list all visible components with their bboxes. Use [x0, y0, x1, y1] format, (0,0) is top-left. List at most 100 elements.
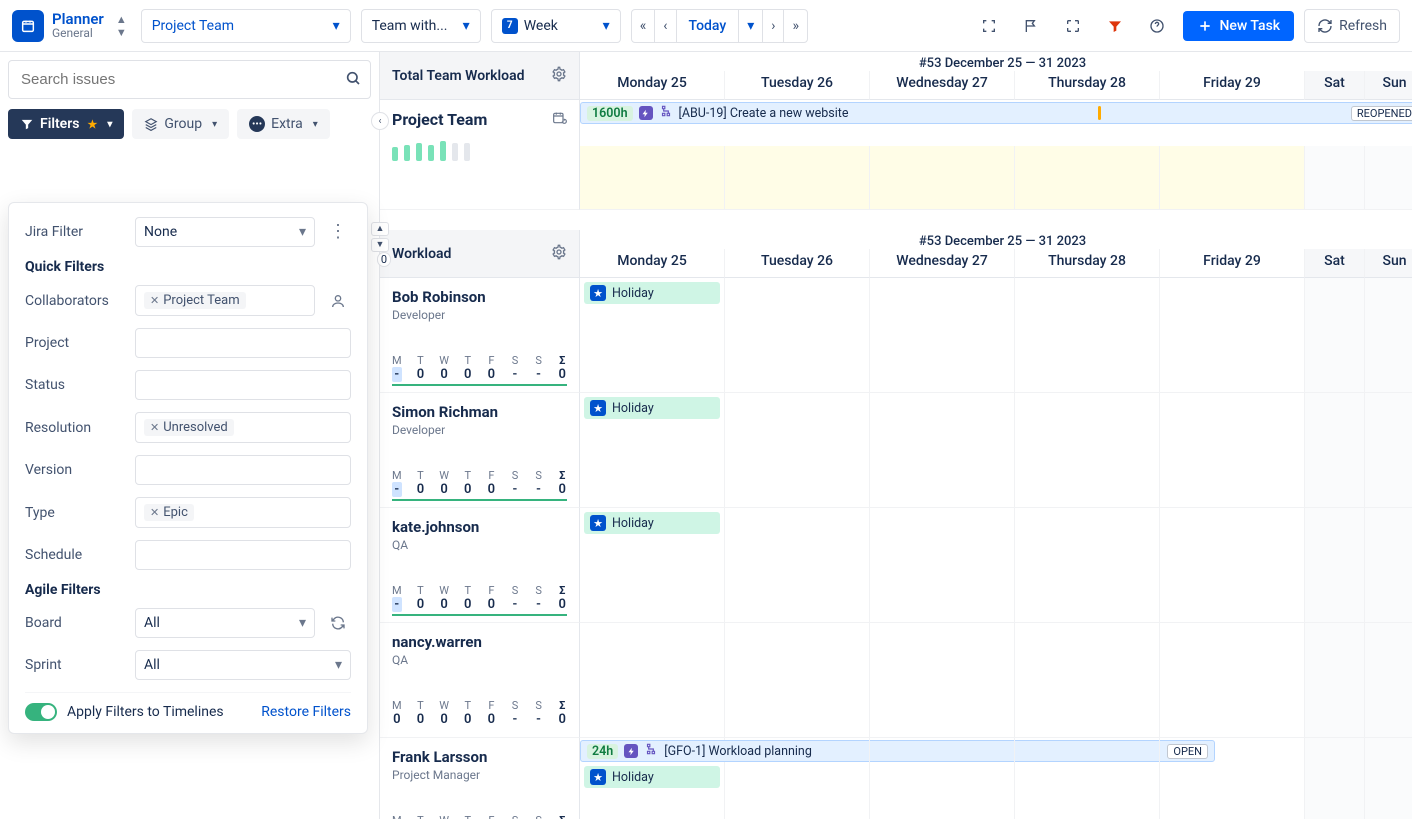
remove-icon[interactable]: ✕ — [150, 506, 159, 519]
holiday-chip[interactable]: ★Holiday — [584, 766, 720, 788]
resource-day-cell[interactable] — [1365, 393, 1412, 508]
gear-icon[interactable] — [551, 66, 567, 86]
collapse-left-button[interactable]: ‹ — [371, 112, 389, 130]
type-input[interactable]: ✕Epic — [135, 497, 351, 528]
focus-icon[interactable] — [973, 10, 1005, 42]
status-input[interactable] — [135, 370, 351, 400]
resource-day-cell[interactable] — [1015, 508, 1160, 623]
resource-day-cell[interactable] — [1365, 508, 1412, 623]
sort-down-icon[interactable]: ▼ — [371, 238, 389, 252]
timeline-cell[interactable] — [1160, 146, 1305, 210]
collaborators-input[interactable]: ✕Project Team — [135, 285, 315, 316]
nav-next-button[interactable]: › — [763, 10, 784, 42]
resource-day-cell[interactable] — [870, 278, 1015, 393]
resource-day-cell[interactable] — [1015, 738, 1160, 819]
version-input[interactable] — [135, 455, 351, 485]
project-input[interactable] — [135, 328, 351, 358]
nav-last-button[interactable]: » — [784, 10, 807, 42]
board-select[interactable]: All▾ — [135, 608, 315, 638]
apply-filters-toggle[interactable] — [25, 703, 57, 721]
new-task-button[interactable]: New Task — [1183, 11, 1294, 41]
resource-day-cell[interactable] — [1365, 738, 1412, 819]
resource-day-cell[interactable]: ★Holiday — [580, 393, 725, 508]
jira-filter-select[interactable]: None▾ — [135, 217, 315, 247]
timeline-cell[interactable] — [725, 146, 870, 210]
resource-day-cell[interactable] — [1160, 278, 1305, 393]
schedule-input[interactable] — [135, 540, 351, 570]
holiday-chip[interactable]: ★Holiday — [584, 512, 720, 534]
project-select[interactable]: Project Team ▾ — [141, 9, 351, 43]
filter-icon[interactable] — [1099, 10, 1131, 42]
nav-today-dropdown[interactable]: ▾ — [739, 10, 763, 42]
resource-day-cell[interactable] — [1365, 623, 1412, 738]
updown-icon[interactable]: ▲▼ — [112, 13, 131, 39]
remove-icon[interactable]: ✕ — [150, 421, 159, 434]
restore-filters-link[interactable]: Restore Filters — [261, 704, 351, 720]
filters-pill[interactable]: Filters ★ ▾ — [8, 109, 124, 139]
type-chip[interactable]: ✕Epic — [144, 504, 194, 521]
timeline-cell[interactable] — [1365, 146, 1412, 210]
resource-day-cell[interactable] — [870, 393, 1015, 508]
nav-prev-button[interactable]: ‹ — [655, 10, 676, 42]
resource-day-cell[interactable] — [1160, 508, 1305, 623]
resource-day-cell[interactable] — [725, 738, 870, 819]
remove-icon[interactable]: ✕ — [150, 294, 159, 307]
resource-day-cell[interactable] — [870, 738, 1015, 819]
search-input[interactable] — [8, 60, 371, 99]
resource-day-cell[interactable] — [1305, 738, 1365, 819]
stat-headers: MTWTFSSΣ — [392, 814, 567, 819]
help-icon[interactable] — [1141, 10, 1173, 42]
team-select[interactable]: Team with... ▾ — [361, 9, 481, 43]
resource-day-cell[interactable] — [1305, 393, 1365, 508]
resource-day-cell[interactable] — [1160, 393, 1305, 508]
resource-day-cell[interactable]: ★Holiday — [580, 508, 725, 623]
resource-day-cell[interactable] — [1015, 393, 1160, 508]
timeline-cell[interactable] — [580, 146, 725, 210]
search-icon[interactable] — [345, 70, 361, 90]
resource-day-cell[interactable] — [1160, 738, 1305, 819]
resource-day-cell[interactable]: ★Holiday — [580, 278, 725, 393]
extra-pill[interactable]: ••• Extra ▾ — [237, 109, 330, 139]
resource-day-cell[interactable] — [1305, 623, 1365, 738]
app-chip[interactable]: Planner General ▲▼ — [12, 10, 131, 42]
sprint-select[interactable]: All▾ — [135, 650, 351, 680]
timeline-cell[interactable] — [870, 146, 1015, 210]
stat-value: 0 — [487, 482, 497, 497]
resource-day-cell[interactable] — [725, 393, 870, 508]
timeline-cell[interactable] — [1015, 146, 1160, 210]
resource-day-cell[interactable] — [725, 278, 870, 393]
resource-day-cell[interactable] — [1305, 508, 1365, 623]
resource-day-cell[interactable] — [1160, 623, 1305, 738]
task-bar-total[interactable]: 1600h [ABU-19] Create a new website REOP… — [580, 102, 1412, 124]
resource-day-cell[interactable] — [870, 508, 1015, 623]
group-pill[interactable]: Group ▾ — [132, 109, 229, 139]
holiday-chip[interactable]: ★Holiday — [584, 282, 720, 304]
resource-day-cell[interactable] — [725, 508, 870, 623]
nav-today-button[interactable]: Today — [677, 10, 740, 42]
resource-day-cell[interactable] — [1015, 623, 1160, 738]
calendar-refresh-icon[interactable] — [551, 110, 567, 130]
expand-icon[interactable] — [1057, 10, 1089, 42]
nav-first-button[interactable]: « — [632, 10, 656, 42]
sync-icon[interactable] — [325, 615, 351, 631]
resolution-chip[interactable]: ✕Unresolved — [144, 419, 234, 436]
refresh-button[interactable]: Refresh — [1304, 9, 1400, 43]
resolution-input[interactable]: ✕Unresolved — [135, 412, 351, 443]
collaborators-chip[interactable]: ✕Project Team — [144, 292, 246, 309]
resource-day-cell[interactable] — [1015, 278, 1160, 393]
sort-up-icon[interactable]: ▲ — [371, 222, 389, 236]
gear-icon[interactable] — [551, 244, 567, 264]
timeline-cell[interactable] — [1305, 146, 1365, 210]
user-icon[interactable] — [325, 293, 351, 309]
resource-day-cell[interactable] — [1305, 278, 1365, 393]
resource-day-cell[interactable] — [580, 623, 725, 738]
resource-day-cell[interactable] — [870, 623, 1015, 738]
resource-day-cell[interactable]: 24h [GFO-1] Workload planning OPEN★Holid… — [580, 738, 725, 819]
flag-icon[interactable] — [1015, 10, 1047, 42]
holiday-chip[interactable]: ★Holiday — [584, 397, 720, 419]
range-select[interactable]: 7 Week ▾ — [491, 9, 621, 43]
more-icon[interactable]: ⋮ — [325, 223, 351, 241]
resource-day-cell[interactable] — [725, 623, 870, 738]
side-sort-arrows[interactable]: ▲ ▼ — [371, 222, 389, 252]
resource-day-cell[interactable] — [1365, 278, 1412, 393]
